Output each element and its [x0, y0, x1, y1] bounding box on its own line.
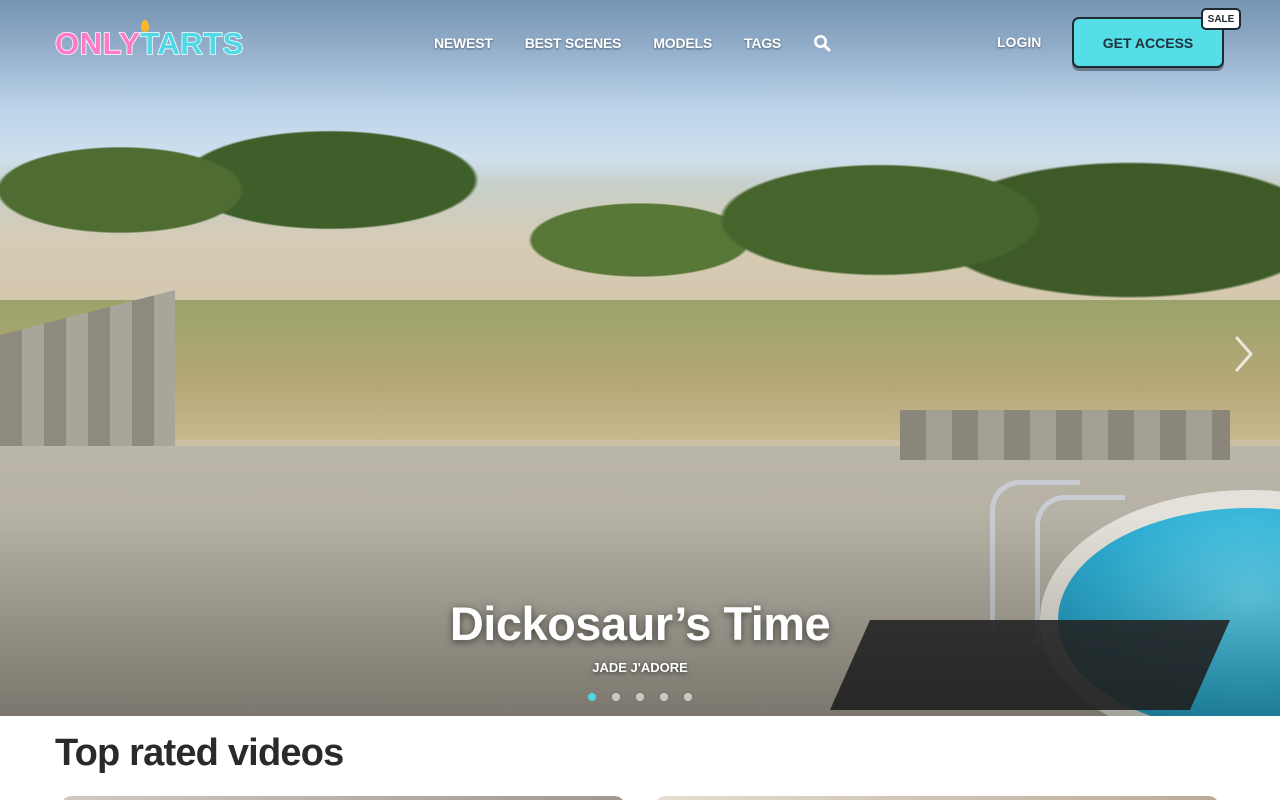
slider-dot[interactable]	[684, 693, 692, 701]
nav-item-newest[interactable]: NEWEST	[434, 35, 493, 51]
section-title: Top rated videos	[55, 732, 344, 774]
site-logo[interactable]: ONLY TARTS	[54, 20, 245, 62]
hero-background-stone-edge	[900, 410, 1230, 460]
flame-icon	[141, 20, 149, 32]
slider-pagination	[588, 693, 692, 701]
search-icon[interactable]	[813, 34, 831, 52]
slider-dot[interactable]	[588, 693, 596, 701]
video-thumbnail[interactable]	[60, 796, 626, 800]
slider-dot[interactable]	[660, 693, 668, 701]
login-link[interactable]: LOGIN	[997, 34, 1041, 50]
logo-text-only: ONLY	[54, 25, 141, 62]
slider-dot[interactable]	[612, 693, 620, 701]
sale-badge: SALE	[1201, 8, 1241, 30]
slide-model-link[interactable]: JADE J'ADORE	[0, 660, 1280, 675]
slide-title[interactable]: Dickosaur’s Time	[0, 596, 1280, 651]
nav-item-best-scenes[interactable]: BEST SCENES	[525, 35, 622, 51]
video-thumbnail[interactable]	[654, 796, 1220, 800]
nav-item-tags[interactable]: TAGS	[744, 35, 781, 51]
site-header: ONLY TARTS NEWEST BEST SCENES MODELS TAG…	[0, 0, 1280, 90]
chevron-right-icon[interactable]	[1232, 334, 1256, 374]
logo-text-tarts: TARTS	[140, 25, 245, 62]
slider-dot[interactable]	[636, 693, 644, 701]
main-nav: NEWEST BEST SCENES MODELS TAGS	[434, 34, 831, 52]
nav-item-models[interactable]: MODELS	[653, 35, 712, 51]
